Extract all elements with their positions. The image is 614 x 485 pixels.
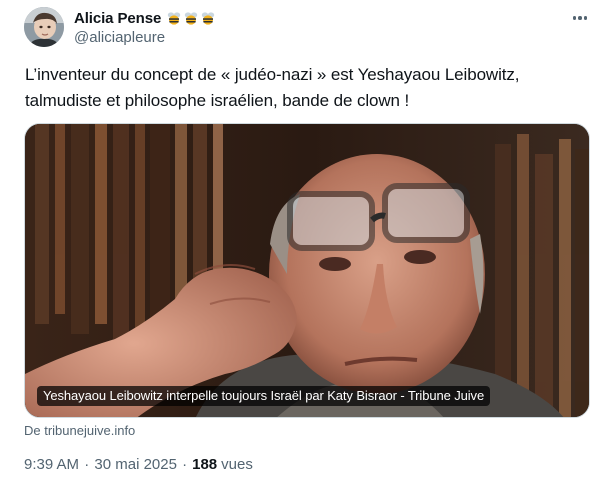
more-horizontal-icon	[572, 16, 577, 20]
media-caption: Yeshayaou Leibowitz interpelle toujours …	[37, 386, 491, 406]
link-card-media[interactable]: Yeshayaou Leibowitz interpelle toujours …	[24, 123, 590, 418]
separator-dot: ·	[182, 456, 188, 473]
bee-emoji-icon	[184, 12, 198, 25]
meta-separator: ·	[80, 456, 93, 473]
portrait-photo	[25, 124, 589, 417]
user-handle[interactable]: @aliciapleure	[74, 29, 216, 46]
meta-separator: ·	[178, 456, 187, 473]
bee-emoji-icon	[167, 12, 181, 25]
views-label: vues	[221, 456, 253, 473]
bee-emoji-icon	[201, 12, 215, 25]
avatar-image	[24, 7, 64, 47]
more-horizontal-icon	[583, 16, 588, 20]
name-emojis	[166, 10, 216, 26]
post-date[interactable]: 30 mai 2025	[94, 456, 177, 473]
tweet: Alicia Pense @aliciapleure L’inventeur d…	[0, 0, 614, 485]
more-horizontal-icon	[578, 16, 582, 20]
more-options-button[interactable]	[568, 8, 592, 28]
tweet-text: L’inventeur du concept de « judéo-nazi »…	[25, 65, 520, 110]
post-time[interactable]: 9:39 AM	[24, 456, 79, 473]
display-name[interactable]: Alicia Pense	[74, 10, 161, 27]
tweet-header: Alicia Pense @aliciapleure	[74, 8, 216, 46]
card-source-link[interactable]: De tribunejuive.info	[24, 423, 135, 438]
separator-dot: ·	[84, 456, 90, 473]
name-row: Alicia Pense	[74, 8, 216, 28]
avatar[interactable]	[24, 7, 64, 47]
tweet-meta: 9:39 AM · 30 mai 2025 · 188 vues	[24, 456, 253, 473]
views-count[interactable]: 188	[192, 456, 217, 473]
